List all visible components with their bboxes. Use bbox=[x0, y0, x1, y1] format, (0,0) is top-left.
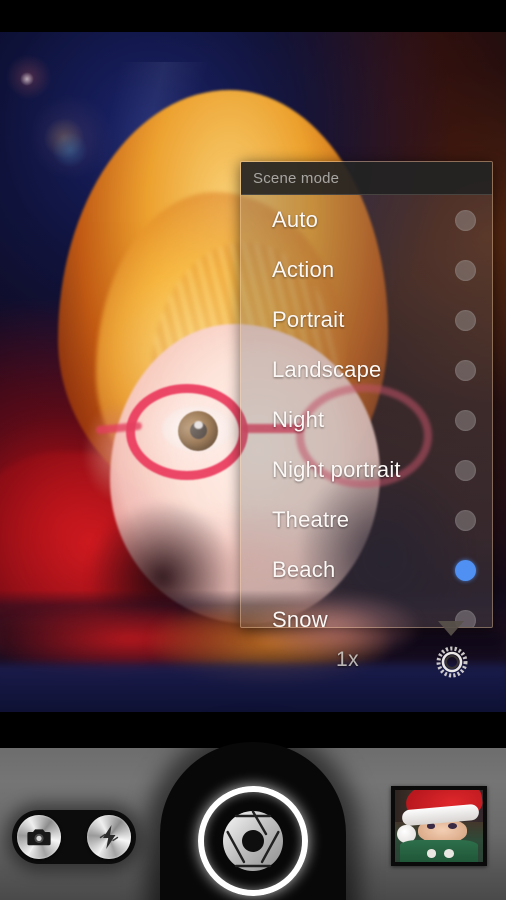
radio-button[interactable] bbox=[455, 309, 476, 331]
dialog-title: Scene mode bbox=[253, 169, 340, 187]
aperture-icon bbox=[222, 810, 284, 872]
scene-option-label: Auto bbox=[272, 207, 319, 232]
scene-mode-dialog[interactable]: Scene mode Auto Action Portrait Landscap… bbox=[240, 161, 493, 628]
thumb-eye bbox=[447, 823, 457, 829]
chevron-down-icon[interactable] bbox=[438, 621, 464, 636]
scene-option-night[interactable]: Night bbox=[241, 395, 492, 445]
scene-option-beach[interactable]: Beach bbox=[241, 545, 492, 595]
scene-option-portrait[interactable]: Portrait bbox=[241, 295, 492, 345]
status-bar bbox=[0, 0, 506, 32]
lens-flare-spot bbox=[20, 72, 34, 86]
shutter-button[interactable] bbox=[198, 786, 308, 896]
scene-option-theatre[interactable]: Theatre bbox=[241, 495, 492, 545]
glasses-left-lens bbox=[126, 384, 248, 480]
dialog-title-bar: Scene mode bbox=[241, 162, 492, 195]
lens-flare-spot bbox=[52, 132, 88, 168]
radio-button[interactable] bbox=[455, 359, 476, 381]
radio-button-selected[interactable] bbox=[455, 559, 476, 581]
thumb-shirt bbox=[400, 840, 478, 862]
radio-button[interactable] bbox=[455, 409, 476, 431]
scene-option-label: Portrait bbox=[272, 307, 345, 332]
scene-option-label: Beach bbox=[272, 557, 336, 582]
thumb-shirt-pattern bbox=[426, 849, 437, 858]
scene-option-label: Night bbox=[272, 407, 325, 432]
scene-option-action[interactable]: Action bbox=[241, 245, 492, 295]
scene-option-label: Night portrait bbox=[272, 457, 401, 482]
scene-option-landscape[interactable]: Landscape bbox=[241, 345, 492, 395]
mode-toggle-group[interactable] bbox=[12, 810, 136, 864]
scene-option-label: Landscape bbox=[272, 357, 382, 382]
thumb-shirt-pattern bbox=[444, 849, 454, 858]
zoom-level-label: 1x bbox=[336, 648, 360, 671]
scene-option-label: Snow bbox=[272, 607, 328, 628]
radio-button[interactable] bbox=[455, 459, 476, 481]
gallery-thumbnail-image bbox=[395, 790, 483, 862]
flash-icon[interactable] bbox=[87, 815, 131, 859]
scene-option-label: Theatre bbox=[272, 507, 350, 532]
reflection-blue bbox=[0, 664, 506, 712]
camera-app-screen: 1x Scene mode Auto Action Portrait Lands… bbox=[0, 0, 506, 900]
gallery-thumbnail[interactable] bbox=[391, 786, 487, 866]
scene-option-night-portrait[interactable]: Night portrait bbox=[241, 445, 492, 495]
radio-button[interactable] bbox=[455, 509, 476, 531]
radio-button[interactable] bbox=[455, 259, 476, 281]
scene-option-label: Action bbox=[272, 257, 335, 282]
zoom-dial-icon[interactable] bbox=[432, 642, 472, 682]
radio-button[interactable] bbox=[455, 209, 476, 231]
scene-mode-list[interactable]: Auto Action Portrait Landscape Night Nig… bbox=[241, 195, 492, 628]
camera-icon[interactable] bbox=[17, 815, 61, 859]
scene-option-auto[interactable]: Auto bbox=[241, 195, 492, 245]
